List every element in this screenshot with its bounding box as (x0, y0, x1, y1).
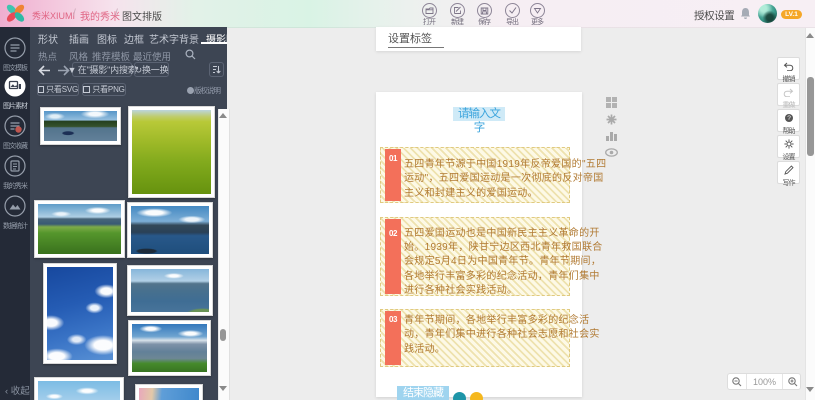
svg-text:?: ? (787, 115, 791, 122)
